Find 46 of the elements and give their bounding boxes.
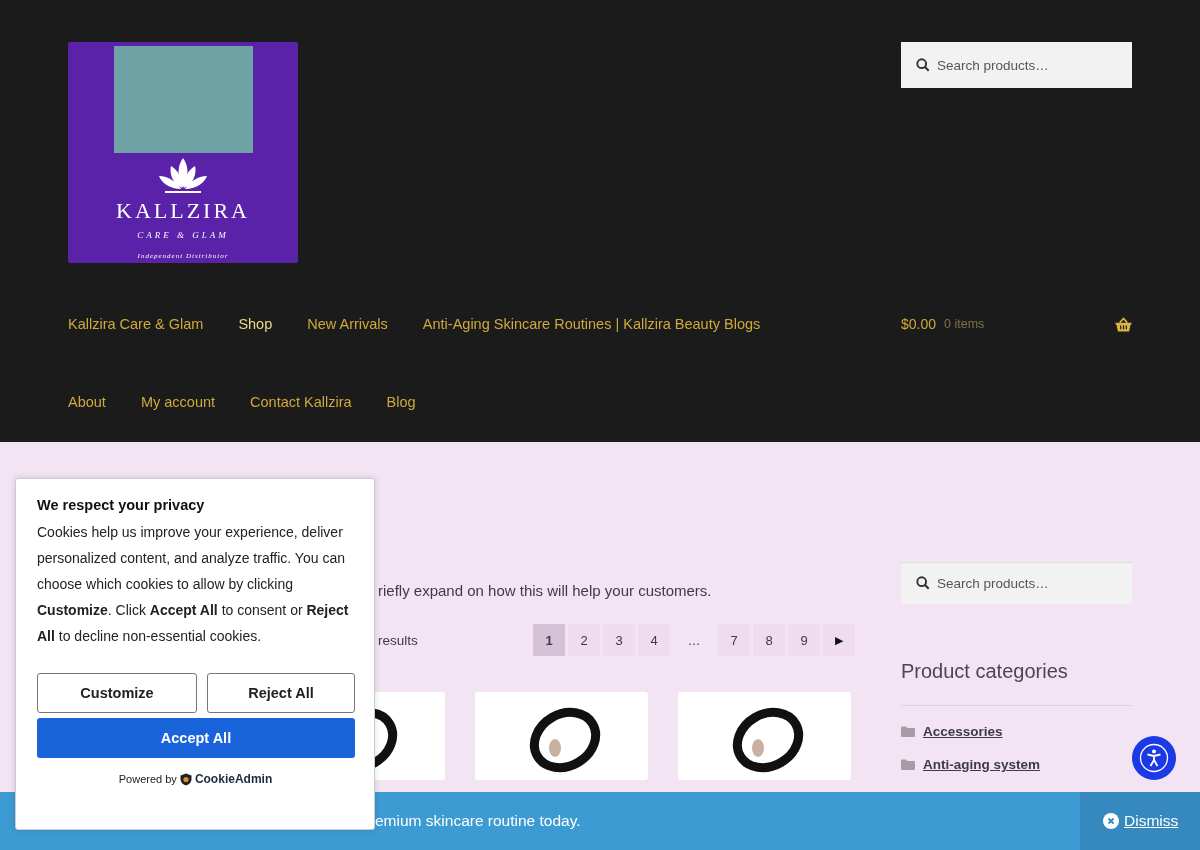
basket-icon[interactable] xyxy=(1115,316,1132,332)
nav-link[interactable]: New Arrivals xyxy=(307,316,388,332)
brand-name[interactable]: CookieAdmin xyxy=(194,772,273,786)
category-link[interactable]: Anti-aging system xyxy=(923,757,1041,772)
page-number[interactable]: 2 xyxy=(568,624,600,656)
nav-link[interactable]: My account xyxy=(140,394,216,410)
logo-name: KALLZIRA xyxy=(116,198,250,224)
result-count: results xyxy=(378,632,418,648)
dismiss-link[interactable]: Dismiss xyxy=(1124,812,1179,830)
accessibility-button[interactable] xyxy=(1132,736,1176,780)
consent-button[interactable]: Reject All xyxy=(207,673,355,713)
folder-icon xyxy=(901,726,915,737)
search-field[interactable]: Search products… xyxy=(901,42,1132,88)
cart-item-count[interactable]: 0 items xyxy=(944,317,985,331)
category-link[interactable]: Accessories xyxy=(923,724,1003,739)
shop-description: riefly expand on how this will help your customers. xyxy=(378,582,713,599)
accessibility-icon xyxy=(1139,743,1169,773)
accept-button[interactable]: Accept All xyxy=(37,718,355,758)
page-number[interactable]: 8 xyxy=(753,624,785,656)
widget-title: Product categories xyxy=(901,660,1132,706)
cart-total[interactable]: $0.00 xyxy=(901,316,937,332)
nav-link[interactable]: Anti-Aging Skincare Routines | Kallzira Beauty Blogs xyxy=(422,316,761,332)
page-number[interactable]: 1 xyxy=(533,624,565,656)
notice-text: emium skincare routine today. xyxy=(375,812,581,830)
search-field[interactable]: Search products… xyxy=(901,562,1132,604)
dialog-message: Cookies help us improve your experience, deliver personalized content, and analyze traffic. You can choose which cookies to allow by clicking Customize. Click Accept All to consent or Reject All to decline non-essential cookies. xyxy=(37,523,350,646)
nav-link[interactable]: Contact Kallzira xyxy=(250,394,352,410)
product-card[interactable] xyxy=(475,692,648,780)
page-number[interactable]: 7 xyxy=(718,624,750,656)
nav-link[interactable]: Shop xyxy=(238,316,273,332)
pagination-ellipsis: … xyxy=(686,631,702,650)
page-number[interactable]: 3 xyxy=(603,624,635,656)
nav-link[interactable]: Kallzira Care & Glam xyxy=(68,316,204,332)
nav-link[interactable]: About xyxy=(68,394,106,410)
logo-tagline: CARE & GLAM xyxy=(137,230,229,240)
dialog-title: We respect your privacy xyxy=(37,497,206,513)
product-card[interactable] xyxy=(678,692,851,780)
shield-icon xyxy=(179,772,192,786)
page-number[interactable]: 9 xyxy=(788,624,820,656)
nav-link[interactable]: Blog xyxy=(386,394,416,410)
close-icon[interactable] xyxy=(1103,813,1119,829)
next-page-button[interactable]: ▶ xyxy=(823,624,855,656)
powered-by-text: Powered by xyxy=(118,773,177,785)
consent-button[interactable]: Customize xyxy=(37,673,197,713)
page-number[interactable]: 4 xyxy=(638,624,670,656)
folder-icon xyxy=(901,759,915,770)
